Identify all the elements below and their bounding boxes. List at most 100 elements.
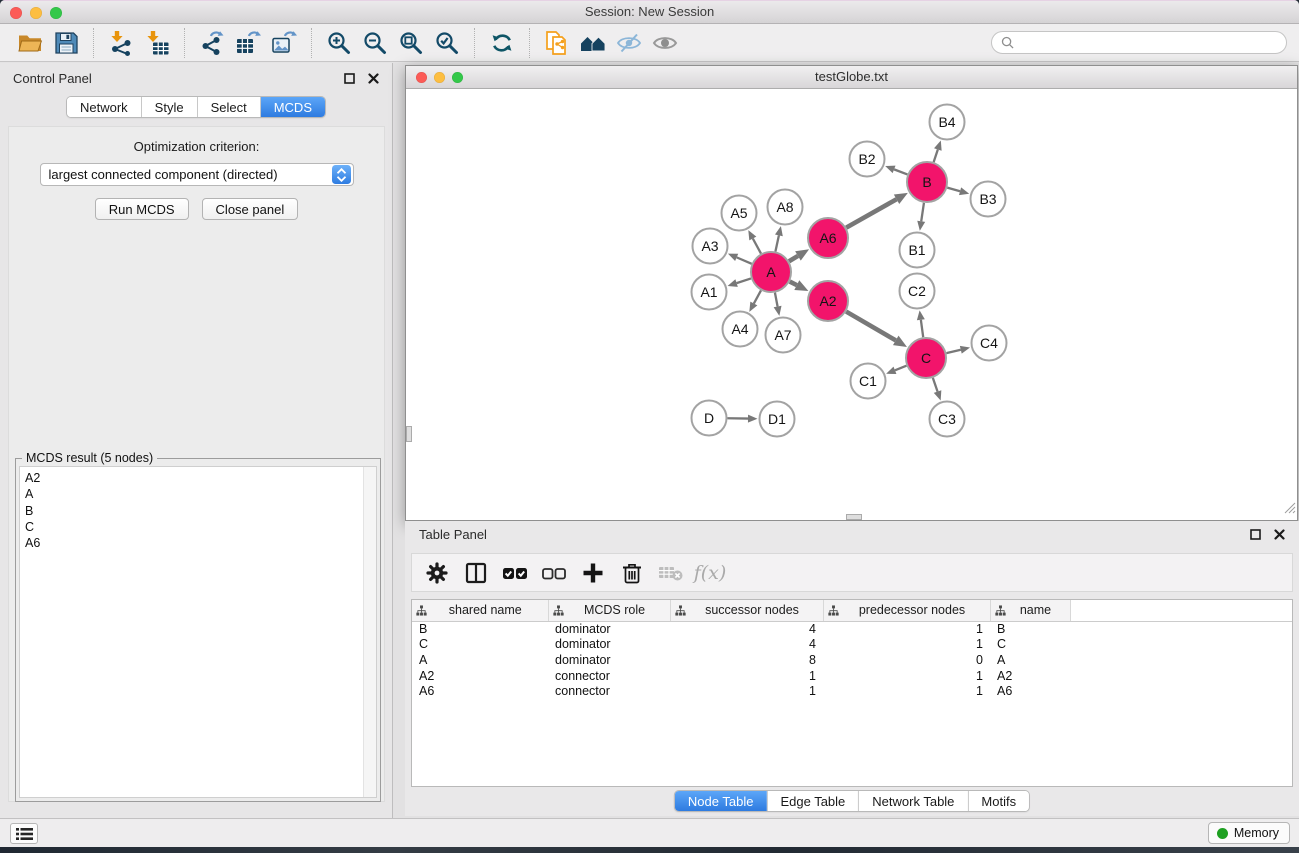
graph-node-A8[interactable]: A8 <box>768 190 803 225</box>
refresh-button[interactable] <box>484 27 520 59</box>
graph-edge-A-A3[interactable] <box>728 254 752 264</box>
graph-node-C3[interactable]: C3 <box>930 402 965 437</box>
zoom-selected-button[interactable] <box>429 27 465 59</box>
graph-edge-D-D1[interactable] <box>727 415 757 423</box>
graph-node-A[interactable]: A <box>751 252 791 292</box>
graph-edge-A-A5[interactable] <box>748 230 761 253</box>
zoom-fit-button[interactable] <box>393 27 429 59</box>
network-close-button[interactable] <box>416 72 427 83</box>
table-row[interactable]: Bdominator41B <box>412 621 1292 637</box>
network-minimize-button[interactable] <box>434 72 445 83</box>
criterion-dropdown[interactable]: largest connected component (directed) <box>40 163 354 186</box>
table-tab-node-table[interactable]: Node Table <box>675 791 767 811</box>
table-tab-network-table[interactable]: Network Table <box>858 791 967 811</box>
graph-edge-C-C2[interactable] <box>917 310 925 337</box>
mcds-result-item[interactable]: A <box>20 486 376 502</box>
graph-edge-A-A1[interactable] <box>728 278 751 286</box>
column-header[interactable]: predecessor nodes <box>823 600 990 621</box>
mcds-result-item[interactable]: A6 <box>20 535 376 551</box>
close-window-button[interactable] <box>10 7 22 19</box>
close-panel-icon[interactable] <box>368 73 379 84</box>
delete-table-button[interactable] <box>656 558 686 588</box>
table-row[interactable]: A2connector11A2 <box>412 669 1292 685</box>
graph-node-A2[interactable]: A2 <box>808 281 848 321</box>
graph-edge-A-A8[interactable] <box>775 226 783 251</box>
split-handle-left[interactable] <box>406 426 412 442</box>
delete-column-button[interactable] <box>617 558 647 588</box>
import-table-button[interactable] <box>139 27 175 59</box>
memory-button[interactable]: Memory <box>1208 822 1290 844</box>
graph-edge-A-A2[interactable] <box>790 280 809 291</box>
close-panel-icon[interactable] <box>1274 529 1285 540</box>
graph-node-B4[interactable]: B4 <box>930 105 965 140</box>
graph-edge-A-A7[interactable] <box>774 293 782 316</box>
graph-node-A4[interactable]: A4 <box>723 312 758 347</box>
save-session-button[interactable] <box>48 27 84 59</box>
column-header[interactable]: MCDS role <box>548 600 670 621</box>
graph-node-A7[interactable]: A7 <box>766 318 801 353</box>
minimize-window-button[interactable] <box>30 7 42 19</box>
column-header[interactable]: name <box>990 600 1070 621</box>
network-from-document-button[interactable] <box>539 27 575 59</box>
graph-node-B1[interactable]: B1 <box>900 233 935 268</box>
split-handle-bottom[interactable] <box>846 514 862 520</box>
column-header[interactable]: shared name <box>412 600 548 621</box>
graph-edge-C-C1[interactable] <box>886 366 906 374</box>
export-network-button[interactable] <box>194 27 230 59</box>
graph-node-A5[interactable]: A5 <box>722 196 757 231</box>
tab-select[interactable]: Select <box>197 97 260 117</box>
network-zoom-button[interactable] <box>452 72 463 83</box>
mcds-result-item[interactable]: B <box>20 503 376 519</box>
mcds-result-item[interactable]: A2 <box>20 467 376 486</box>
column-header[interactable]: successor nodes <box>670 600 823 621</box>
import-network-button[interactable] <box>103 27 139 59</box>
show-graphics-details-button[interactable] <box>647 27 683 59</box>
float-panel-icon[interactable] <box>344 73 355 84</box>
graph-node-D1[interactable]: D1 <box>760 402 795 437</box>
resize-grip-icon[interactable] <box>1283 501 1296 519</box>
graph-edge-B-B1[interactable] <box>917 203 925 231</box>
graph-edge-A2-C[interactable] <box>846 312 907 347</box>
show-panels-button[interactable] <box>10 823 38 844</box>
table-tab-motifs[interactable]: Motifs <box>967 791 1029 811</box>
graph-node-A3[interactable]: A3 <box>693 229 728 264</box>
graph-edge-B-B2[interactable] <box>885 166 907 175</box>
mcds-result-list[interactable]: A2ABCA6 <box>19 466 377 798</box>
graph-node-A6[interactable]: A6 <box>808 218 848 258</box>
export-image-button[interactable] <box>266 27 302 59</box>
graph-edge-B-B4[interactable] <box>934 140 942 162</box>
zoom-window-button[interactable] <box>50 7 62 19</box>
graph-node-B3[interactable]: B3 <box>971 182 1006 217</box>
graph-edge-B-B3[interactable] <box>947 187 969 195</box>
tab-mcds[interactable]: MCDS <box>260 97 325 117</box>
graph-node-C4[interactable]: C4 <box>972 326 1007 361</box>
app-titlebar[interactable]: Session: New Session <box>0 0 1299 24</box>
column-visibility-button[interactable] <box>461 558 491 588</box>
graph-node-C[interactable]: C <box>906 338 946 378</box>
graph-node-B2[interactable]: B2 <box>850 142 885 177</box>
graph-node-C1[interactable]: C1 <box>851 364 886 399</box>
graph-node-B[interactable]: B <box>907 162 947 202</box>
run-mcds-button[interactable]: Run MCDS <box>95 198 189 220</box>
export-table-button[interactable] <box>230 27 266 59</box>
graph-node-C2[interactable]: C2 <box>900 274 935 309</box>
graph-edge-A-A4[interactable] <box>749 290 761 311</box>
network-window-titlebar[interactable]: testGlobe.txt <box>406 66 1297 89</box>
add-column-button[interactable] <box>578 558 608 588</box>
table-settings-button[interactable] <box>422 558 452 588</box>
deselect-all-button[interactable] <box>539 558 569 588</box>
search-input[interactable] <box>1019 35 1277 50</box>
graph-edge-A6-B[interactable] <box>846 193 908 228</box>
graph-edge-C-C3[interactable] <box>933 378 942 401</box>
zoom-in-button[interactable] <box>321 27 357 59</box>
close-panel-button[interactable]: Close panel <box>202 198 299 220</box>
graph-edge-A-A6[interactable] <box>789 249 809 261</box>
zoom-out-button[interactable] <box>357 27 393 59</box>
table-row[interactable]: Adominator80A <box>412 653 1292 669</box>
hide-graphics-details-button[interactable] <box>611 27 647 59</box>
open-session-button[interactable] <box>12 27 48 59</box>
float-panel-icon[interactable] <box>1250 529 1261 540</box>
tab-network[interactable]: Network <box>67 97 141 117</box>
table-row[interactable]: A6connector11A6 <box>412 684 1292 700</box>
function-builder-button[interactable]: f(x) <box>695 558 725 588</box>
